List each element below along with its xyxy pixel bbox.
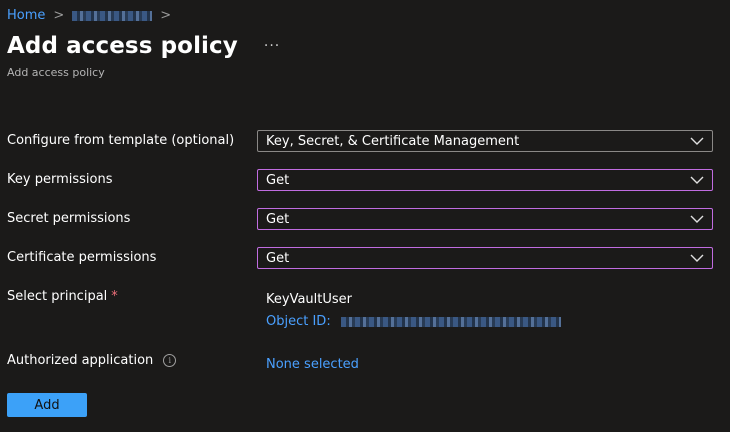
more-options-icon[interactable]: ··· bbox=[264, 38, 280, 54]
object-id-link[interactable]: Object ID: bbox=[266, 314, 561, 329]
chevron-down-icon bbox=[690, 254, 704, 262]
required-asterisk: * bbox=[111, 289, 118, 304]
template-label-text: Configure from template (optional) bbox=[7, 133, 235, 148]
certificate-permissions-label: Certificate permissions bbox=[7, 250, 156, 265]
principal-name: KeyVaultUser bbox=[266, 292, 352, 307]
authorized-application-label: Authorized application i bbox=[7, 353, 177, 368]
key-permissions-value: Get bbox=[266, 172, 290, 188]
secret-permissions-value: Get bbox=[266, 211, 290, 227]
key-permissions-label: Key permissions bbox=[7, 172, 112, 187]
breadcrumb-separator: > bbox=[53, 8, 65, 23]
certificate-permissions-label-text: Certificate permissions bbox=[7, 250, 157, 265]
key-permissions-dropdown[interactable]: Get bbox=[257, 169, 713, 191]
certificate-permissions-value: Get bbox=[266, 250, 290, 266]
authorized-application-select-link[interactable]: None selected bbox=[266, 357, 359, 372]
secret-permissions-label-text: Secret permissions bbox=[7, 211, 131, 226]
select-principal-label-text: Select principal bbox=[7, 289, 108, 304]
secret-permissions-label: Secret permissions bbox=[7, 211, 130, 226]
template-dropdown[interactable]: Key, Secret, & Certificate Management bbox=[257, 130, 713, 152]
breadcrumb-home-link[interactable]: Home bbox=[7, 8, 45, 23]
info-icon[interactable]: i bbox=[163, 354, 177, 367]
object-id-redacted bbox=[340, 316, 561, 327]
template-label: Configure from template (optional) bbox=[7, 133, 234, 148]
breadcrumb: Home > > bbox=[7, 8, 179, 23]
certificate-permissions-dropdown[interactable]: Get bbox=[257, 247, 713, 269]
page-subtitle: Add access policy bbox=[7, 66, 105, 79]
page-title: Add access policy bbox=[7, 33, 238, 59]
template-dropdown-value: Key, Secret, & Certificate Management bbox=[266, 133, 520, 149]
title-row: Add access policy ··· bbox=[7, 33, 280, 59]
breadcrumb-separator: > bbox=[160, 8, 172, 23]
breadcrumb-redacted-link[interactable] bbox=[72, 10, 153, 21]
chevron-down-icon bbox=[690, 176, 704, 184]
authorized-application-label-text: Authorized application bbox=[7, 353, 154, 368]
secret-permissions-dropdown[interactable]: Get bbox=[257, 208, 713, 230]
chevron-down-icon bbox=[690, 215, 704, 223]
chevron-down-icon bbox=[690, 137, 704, 145]
object-id-label: Object ID: bbox=[266, 314, 331, 329]
select-principal-label: Select principal * bbox=[7, 289, 118, 304]
key-permissions-label-text: Key permissions bbox=[7, 172, 113, 187]
add-button[interactable]: Add bbox=[7, 393, 87, 417]
